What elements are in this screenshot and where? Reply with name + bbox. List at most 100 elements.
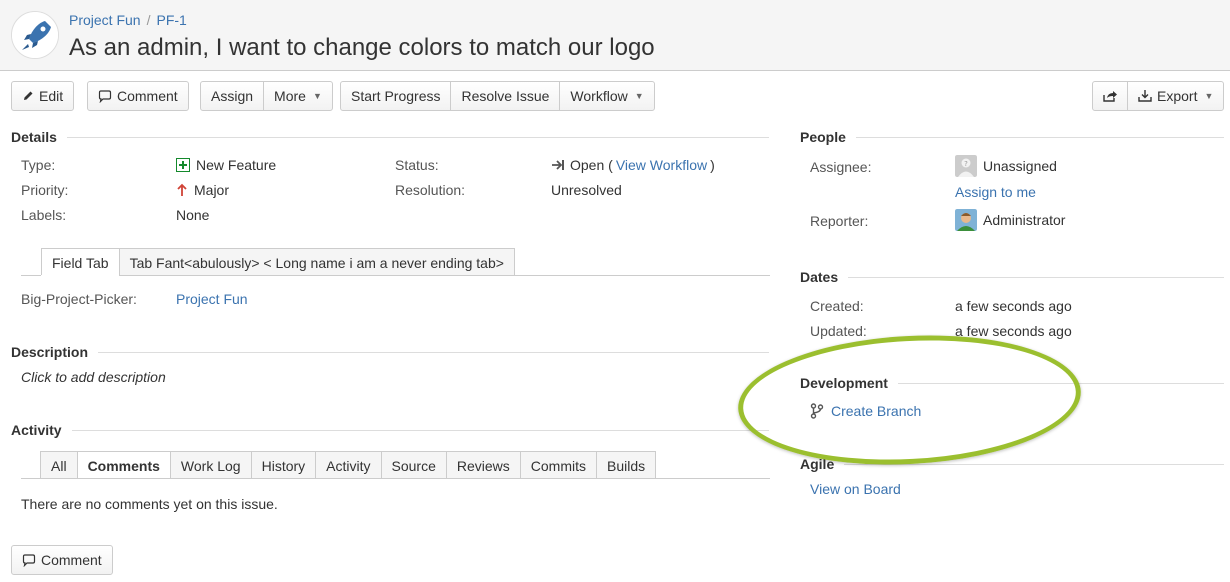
speech-bubble-icon [22, 553, 36, 567]
share-button[interactable] [1092, 81, 1128, 111]
new-feature-icon [176, 158, 190, 172]
labels-value[interactable]: None [176, 207, 209, 223]
priority-up-arrow-icon [177, 183, 187, 196]
caret-down-icon: ▼ [634, 91, 644, 101]
status-value-text: Open ( [570, 157, 613, 173]
svg-text:?: ? [964, 160, 968, 168]
start-progress-button[interactable]: Start Progress [340, 81, 452, 111]
big-project-picker-value[interactable]: Project Fun [176, 291, 248, 307]
reporter-value: Administrator [955, 209, 1065, 231]
comment-button[interactable]: Comment [87, 81, 189, 111]
divider [897, 382, 1224, 384]
type-value-text: New Feature [196, 157, 277, 173]
type-label: Type: [21, 157, 56, 173]
assign-button[interactable]: Assign [200, 81, 265, 111]
view-workflow-link[interactable]: View Workflow [616, 157, 707, 173]
big-project-picker-label: Big-Project-Picker: [21, 291, 137, 307]
updated-label: Updated: [810, 323, 867, 339]
create-branch-link[interactable]: Create Branch [810, 403, 921, 419]
development-heading: Development [800, 375, 1224, 391]
agile-heading-text: Agile [800, 456, 835, 472]
export-button[interactable]: Export ▼ [1127, 81, 1225, 111]
divider [844, 463, 1224, 465]
view-on-board-link[interactable]: View on Board [810, 481, 901, 497]
issue-header: Project Fun / PF-1 As an admin, I want to … [0, 0, 1230, 71]
updated-value: a few seconds ago [955, 323, 1072, 339]
tab-source[interactable]: Source [380, 451, 447, 479]
comment-group: Comment [87, 81, 189, 111]
assign-to-me-link[interactable]: Assign to me [955, 184, 1036, 200]
status-label: Status: [395, 157, 439, 173]
assign-more-group: Assign More ▼ [200, 81, 333, 111]
tab-activity[interactable]: Activity [315, 451, 382, 479]
export-icon [1138, 90, 1152, 102]
create-branch-label: Create Branch [831, 403, 922, 419]
details-heading-text: Details [11, 129, 57, 145]
tab-builds[interactable]: Builds [596, 451, 657, 479]
divider [98, 351, 769, 353]
divider [66, 136, 769, 138]
unassigned-avatar-icon: ? [955, 155, 977, 177]
breadcrumb-issue-key-link[interactable]: PF-1 [156, 12, 186, 28]
tab-commits[interactable]: Commits [519, 451, 597, 479]
active-tab-gap [41, 275, 119, 276]
priority-label: Priority: [21, 182, 69, 198]
caret-down-icon: ▼ [312, 91, 322, 101]
details-heading: Details [11, 129, 769, 145]
more-button[interactable]: More ▼ [263, 81, 333, 111]
issue-toolbar: Edit Comment Assign More ▼ Start Progres… [0, 81, 1230, 111]
type-value: New Feature [176, 157, 276, 173]
resolve-issue-button[interactable]: Resolve Issue [450, 81, 561, 111]
assignee-value-text: Unassigned [983, 158, 1057, 174]
activity-heading: Activity [11, 422, 769, 438]
dates-heading-text: Dates [800, 269, 839, 285]
activity-tabs: All Comments Work Log History Activity S… [40, 451, 657, 479]
field-tabs: Field Tab Tab Fant<abulously> < Long nam… [41, 248, 515, 276]
tab-all[interactable]: All [40, 451, 78, 479]
bottom-comment-group: Comment [11, 545, 113, 575]
edit-button-label: Edit [39, 88, 64, 104]
created-label: Created: [810, 298, 864, 314]
admin-avatar-icon [955, 209, 977, 231]
issue-title[interactable]: As an admin, I want to change colors to … [69, 34, 655, 62]
reporter-value-text: Administrator [983, 212, 1066, 228]
labels-label: Labels: [21, 207, 67, 223]
comment-button-label: Comment [117, 88, 178, 104]
tab-work-log[interactable]: Work Log [169, 451, 252, 479]
resolution-label: Resolution: [395, 182, 466, 198]
created-value: a few seconds ago [955, 298, 1072, 314]
reporter-label: Reporter: [810, 213, 869, 229]
tab-field-tab[interactable]: Field Tab [41, 248, 120, 276]
share-icon [1103, 91, 1117, 102]
add-comment-button[interactable]: Comment [11, 545, 113, 575]
description-heading: Description [11, 344, 769, 360]
activity-tabs-underline [21, 478, 770, 479]
edit-group: Edit [11, 81, 75, 111]
pencil-icon [24, 91, 33, 100]
edit-button[interactable]: Edit [11, 81, 75, 111]
workflow-button[interactable]: Workflow ▼ [559, 81, 655, 111]
status-close-paren: ) [710, 157, 715, 173]
development-heading-text: Development [800, 375, 888, 391]
workflow-button-label: Workflow [570, 88, 628, 104]
description-heading-text: Description [11, 344, 89, 360]
status-transition-icon [552, 160, 564, 170]
more-button-label: More [274, 88, 306, 104]
speech-bubble-icon [98, 89, 112, 103]
tab-history[interactable]: History [250, 451, 317, 479]
breadcrumb-separator: / [146, 12, 151, 28]
description-placeholder[interactable]: Click to add description [21, 369, 166, 385]
project-rocket-icon[interactable] [11, 11, 59, 59]
export-button-label: Export [1157, 88, 1198, 104]
branch-icon [810, 403, 824, 419]
people-heading-text: People [800, 129, 846, 145]
breadcrumb-project-link[interactable]: Project Fun [69, 12, 141, 28]
breadcrumb: Project Fun / PF-1 [69, 12, 187, 28]
tab-reviews[interactable]: Reviews [445, 451, 521, 479]
people-heading: People [800, 129, 1224, 145]
tab-comments[interactable]: Comments [76, 451, 171, 479]
tab-long-name[interactable]: Tab Fant<abulously> < Long name i am a n… [118, 248, 515, 276]
divider [855, 136, 1224, 138]
add-comment-button-label: Comment [41, 552, 102, 568]
workflow-group: Start Progress Resolve Issue Workflow ▼ [340, 81, 655, 111]
